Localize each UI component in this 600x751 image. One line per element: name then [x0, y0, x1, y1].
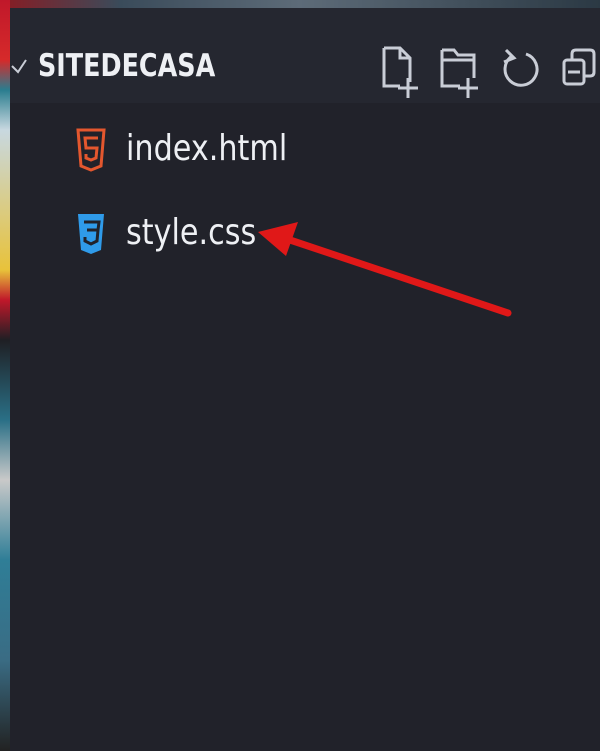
html5-icon: [76, 128, 106, 172]
refresh-button[interactable]: [498, 42, 542, 102]
background-left-edge: [0, 0, 10, 751]
background-top-edge: [0, 0, 600, 8]
file-label: style.css: [126, 212, 257, 253]
file-item-style-css[interactable]: style.css: [10, 200, 600, 270]
file-label: index.html: [126, 128, 288, 169]
collapse-all-icon: [562, 48, 596, 86]
css3-icon: [78, 214, 104, 254]
folder-title[interactable]: SITEDECASA: [38, 48, 215, 84]
new-file-icon: [382, 46, 418, 98]
new-folder-icon: [440, 48, 478, 98]
explorer-panel: SITEDECASA index.html style.css: [10, 8, 600, 751]
new-folder-button[interactable]: [438, 42, 482, 102]
new-file-button[interactable]: [378, 42, 422, 102]
chevron-down-icon[interactable]: [10, 56, 32, 78]
file-item-index-html[interactable]: index.html: [10, 116, 600, 186]
explorer-toolbar: [378, 42, 600, 102]
refresh-icon: [503, 48, 539, 87]
explorer-header[interactable]: SITEDECASA: [10, 8, 600, 103]
screenshot: SITEDECASA index.html style.css: [0, 0, 600, 751]
collapse-all-button[interactable]: [558, 42, 600, 102]
